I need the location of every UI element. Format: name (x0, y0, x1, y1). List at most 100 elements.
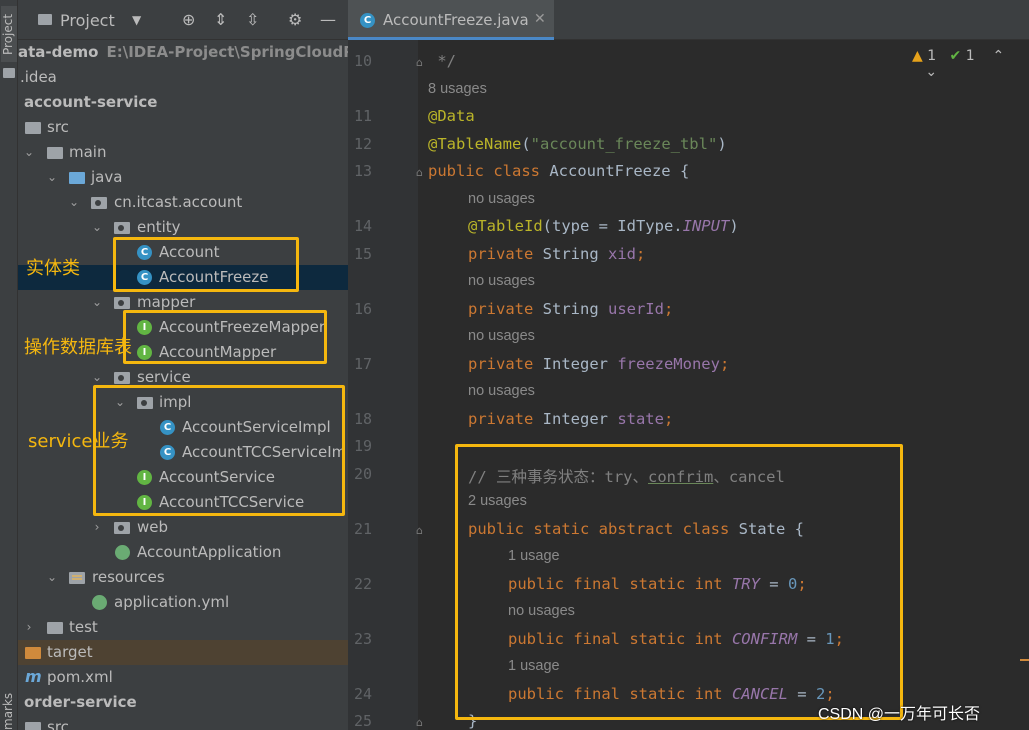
spring-boot-icon (115, 545, 130, 560)
tree-item-order-src[interactable]: src (18, 715, 348, 730)
project-view-selector[interactable]: Project (60, 11, 115, 30)
folder-icon (3, 68, 15, 78)
mapper-annotation: 操作数据库表 (24, 337, 132, 358)
chevron-down-icon[interactable]: ⌄ (68, 190, 80, 215)
service-highlight-box (93, 385, 345, 516)
class-icon: C (360, 13, 375, 28)
tree-item-label: src (47, 118, 69, 136)
line-number: 17 (353, 355, 372, 373)
chevron-down-icon[interactable]: ⌄ (23, 140, 35, 165)
line-number: 24 (353, 685, 372, 703)
fold-marker-icon[interactable]: ⌂ (416, 56, 423, 69)
code-line-15: private String xid; (468, 245, 646, 263)
chevron-down-icon[interactable]: ⌄ (91, 215, 103, 240)
usage-hint[interactable]: no usages (468, 328, 535, 344)
tree-item-label: account-service (24, 93, 158, 111)
tree-item-resources[interactable]: ⌄ resources (18, 565, 348, 590)
tree-item-label: resources (92, 568, 165, 586)
fold-marker-icon[interactable]: ⌂ (416, 524, 423, 537)
tree-item-label: java (91, 168, 123, 186)
tree-item-label: order-service (24, 693, 137, 711)
tree-item-target[interactable]: target (18, 640, 348, 665)
code-line-16: private String userId; (468, 300, 674, 318)
tree-item-label: ata-demo (18, 43, 99, 61)
chevron-up-icon[interactable]: ⌃ (992, 48, 1004, 64)
line-number: 16 (353, 300, 372, 318)
tree-item-accountapplication[interactable]: AccountApplication (18, 540, 348, 565)
resources-folder-icon (69, 572, 85, 584)
tree-item-label: cn.itcast.account (114, 193, 243, 211)
editor-tab-bar: C AccountFreeze.java ✕ (348, 0, 1029, 40)
maven-icon: m (25, 667, 42, 686)
tab-accountfreeze[interactable]: C AccountFreeze.java ✕ (348, 0, 554, 40)
tree-item-label: src (47, 718, 69, 730)
service-annotation: service业务 (28, 431, 129, 452)
line-number: 20 (353, 465, 372, 483)
inspection-widget[interactable]: ▲ 1 ✔ 1 ⌃ ⌄ (912, 48, 1029, 80)
tree-item-label: target (47, 643, 93, 661)
fold-marker-icon[interactable]: ⌂ (416, 166, 423, 179)
line-number: 25 (353, 712, 372, 730)
code-line-14: @TableId(type = IdType.INPUT) (468, 217, 739, 235)
warning-icon: ▲ (912, 48, 923, 64)
line-number: 12 (353, 135, 372, 153)
check-icon: ✔ (949, 48, 962, 64)
tree-item-java[interactable]: ⌄ java (18, 165, 348, 190)
folder-icon (25, 722, 41, 730)
tree-item-account-service[interactable]: account-service (18, 90, 348, 115)
tree-item-label: main (69, 143, 107, 161)
folder-icon (47, 622, 63, 634)
yaml-config-icon (92, 595, 107, 610)
line-number: 19 (353, 437, 372, 455)
ok-count: 1 (965, 48, 975, 64)
chevron-down-icon[interactable]: ⌄ (46, 165, 58, 190)
fold-marker-icon[interactable]: ⌂ (416, 716, 423, 729)
tree-item-pom[interactable]: m pom.xml (18, 665, 348, 690)
chevron-down-icon[interactable]: ⌄ (925, 64, 937, 80)
collapse-all-icon[interactable]: ⇳ (246, 12, 259, 28)
project-tool-tab[interactable]: Project (1, 6, 17, 62)
chevron-down-icon[interactable]: ⌄ (46, 565, 58, 590)
line-number: 10 (353, 52, 372, 70)
chevron-down-icon[interactable]: ▼ (132, 13, 141, 27)
line-number: 18 (353, 410, 372, 428)
chevron-down-icon[interactable]: ⌄ (91, 290, 103, 315)
close-icon[interactable]: ✕ (534, 11, 546, 27)
project-path: E:\IDEA-Project\SpringCloudProje (106, 43, 349, 61)
line-number: 22 (353, 575, 372, 593)
scroll-marker (1020, 659, 1029, 661)
bookmarks-tool-tab[interactable]: marks (1, 680, 17, 730)
tree-item-src[interactable]: src (18, 115, 348, 140)
chevron-right-icon[interactable]: › (23, 615, 35, 640)
entity-annotation: 实体类 (26, 258, 80, 279)
usage-hint[interactable]: no usages (468, 191, 535, 207)
tree-item-application-yml[interactable]: application.yml (18, 590, 348, 615)
line-number: 23 (353, 630, 372, 648)
gear-icon[interactable]: ⚙ (288, 12, 302, 28)
minimize-icon[interactable]: — (320, 12, 336, 28)
usage-hint[interactable]: no usages (468, 273, 535, 289)
package-icon (91, 197, 107, 209)
code-editor[interactable]: C AccountFreeze.java ✕ ▲ 1 ✔ 1 ⌃ ⌄ 10 1 1… (348, 0, 1029, 730)
source-folder-icon (69, 172, 85, 184)
folder-icon (47, 147, 63, 159)
usage-hint[interactable]: no usages (468, 383, 535, 399)
tree-item-idea[interactable]: .idea (18, 65, 348, 90)
tree-item-package[interactable]: ⌄ cn.itcast.account (18, 190, 348, 215)
tree-item-label: AccountApplication (137, 543, 282, 561)
code-line-12: @TableName("account_freeze_tbl") (428, 135, 727, 153)
usage-hint[interactable]: 8 usages (428, 81, 487, 97)
code-line-13: public class AccountFreeze { (428, 162, 690, 180)
tree-item-root[interactable]: ata-demo E:\IDEA-Project\SpringCloudProje (18, 40, 348, 65)
code-line-10: */ (428, 52, 456, 70)
tree-item-main[interactable]: ⌄ main (18, 140, 348, 165)
tree-item-order-service[interactable]: order-service (18, 690, 348, 715)
chevron-right-icon[interactable]: › (91, 515, 103, 540)
line-number: 14 (353, 217, 372, 235)
tree-item-label: .idea (20, 68, 57, 86)
expand-all-icon[interactable]: ⇕ (214, 12, 227, 28)
tree-item-test[interactable]: › test (18, 615, 348, 640)
tree-item-web[interactable]: › web (18, 515, 348, 540)
entity-highlight-box (113, 237, 299, 292)
locate-icon[interactable]: ⊕ (182, 12, 195, 28)
